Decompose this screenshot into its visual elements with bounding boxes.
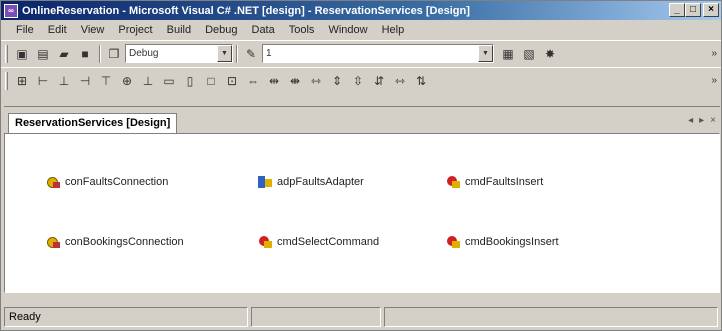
adapter-icon xyxy=(257,174,273,190)
menu-debug[interactable]: Debug xyxy=(198,24,244,36)
tab-navigation: ◂ ▸ × xyxy=(688,115,716,126)
solution-explorer-icon[interactable]: ▦ xyxy=(498,44,518,64)
align-middles-icon[interactable]: ⊕ xyxy=(117,71,137,91)
menu-project[interactable]: Project xyxy=(111,24,159,36)
window-title: OnlineReservation - Microsoft Visual C# … xyxy=(22,4,470,17)
layout-toolbar: ⊞ ⊢ ⊥ ⊣ ⊤ ⊕ ⊥ ▭ ▯ □ ⊡ ⇔ ⇹ ⇼ ⇿ ⇕ ⇳ ⇵ ⇿ ⇅ … xyxy=(1,67,721,93)
component-label: adpFaultsAdapter xyxy=(277,176,364,188)
menu-data[interactable]: Data xyxy=(245,24,282,36)
new-project-icon[interactable]: ▣ xyxy=(12,44,32,64)
find-combo-value: 1 xyxy=(266,48,272,59)
component-label: conFaultsConnection xyxy=(65,176,169,188)
toolbar-separator xyxy=(99,44,101,63)
make-same-width-icon[interactable]: ▭ xyxy=(159,71,179,91)
chevron-down-icon[interactable]: ▼ xyxy=(217,45,232,62)
remove-spacing-icon[interactable]: ⇿ xyxy=(306,71,326,91)
configuration-combo[interactable]: Debug ▼ xyxy=(125,44,233,63)
toolbox-icon[interactable]: ✸ xyxy=(540,44,560,64)
toolbar-grip[interactable] xyxy=(5,44,8,63)
decrease-vspacing-icon[interactable]: ⇵ xyxy=(369,71,389,91)
component-label: conBookingsConnection xyxy=(65,236,184,248)
status-bar: Ready xyxy=(1,304,721,330)
center-vertically-icon[interactable]: ⇅ xyxy=(411,71,431,91)
save-icon[interactable]: ■ xyxy=(75,44,95,64)
menu-view[interactable]: View xyxy=(74,24,112,36)
increase-vspacing-icon[interactable]: ⇳ xyxy=(348,71,368,91)
component-label: cmdSelectCommand xyxy=(277,236,380,248)
command-icon xyxy=(257,234,273,250)
align-to-grid-icon[interactable]: ⊞ xyxy=(12,71,32,91)
vertical-spacing-icon[interactable]: ⇕ xyxy=(327,71,347,91)
tab-reservation-services-design[interactable]: ReservationServices [Design] xyxy=(8,113,178,133)
main-window: ∞ OnlineReservation - Microsoft Visual C… xyxy=(0,0,722,331)
toolbar-overflow-icon[interactable]: » xyxy=(711,75,717,86)
component-label: cmdFaultsInsert xyxy=(465,176,544,188)
find-combo[interactable]: 1 ▼ xyxy=(262,44,494,63)
command-icon xyxy=(445,234,461,250)
status-text-panel: Ready xyxy=(4,307,248,327)
connection-icon xyxy=(45,174,61,190)
component-item[interactable]: cmdSelectCommand xyxy=(257,234,379,250)
component-item[interactable]: cmdBookingsInsert xyxy=(445,234,559,250)
align-lefts-icon[interactable]: ⊢ xyxy=(33,71,53,91)
align-bottoms-icon[interactable]: ⊥ xyxy=(138,71,158,91)
minimize-button[interactable]: _ xyxy=(669,3,685,17)
increase-spacing-icon[interactable]: ⇹ xyxy=(264,71,284,91)
align-centers-icon[interactable]: ⊥ xyxy=(54,71,74,91)
menu-tools[interactable]: Tools xyxy=(282,24,322,36)
size-to-grid-icon[interactable]: ⊡ xyxy=(222,71,242,91)
properties-icon[interactable]: ▧ xyxy=(519,44,539,64)
chevron-down-icon[interactable]: ▼ xyxy=(478,45,493,62)
component-designer-surface[interactable]: conFaultsConnection adpFaultsAdapter cmd… xyxy=(4,133,720,293)
menu-build[interactable]: Build xyxy=(160,24,198,36)
component-item[interactable]: conBookingsConnection xyxy=(45,234,184,250)
title-bar[interactable]: ∞ OnlineReservation - Microsoft Visual C… xyxy=(1,1,721,20)
add-item-icon[interactable]: ▤ xyxy=(33,44,53,64)
maximize-button[interactable]: □ xyxy=(685,3,701,17)
menu-window[interactable]: Window xyxy=(321,24,374,36)
close-button[interactable]: × xyxy=(703,3,719,17)
component-label: cmdBookingsInsert xyxy=(465,236,559,248)
toolbar-separator xyxy=(236,44,238,63)
component-item[interactable]: conFaultsConnection xyxy=(45,174,168,190)
tab-scroll-right-icon[interactable]: ▸ xyxy=(699,115,704,126)
find-icon[interactable]: ✎ xyxy=(241,44,261,64)
standard-toolbar: ▣ ▤ ▰ ■ ❐ Debug ▼ ✎ 1 ▼ ▦ ▧ ✸ » xyxy=(1,40,721,66)
decrease-spacing-icon[interactable]: ⇼ xyxy=(285,71,305,91)
document-tab-strip: ReservationServices [Design] ◂ ▸ × xyxy=(4,106,720,133)
menu-help[interactable]: Help xyxy=(375,24,412,36)
copy-icon[interactable]: ❐ xyxy=(104,44,124,64)
close-document-icon[interactable]: × xyxy=(710,115,716,126)
vs-app-icon[interactable]: ∞ xyxy=(4,3,18,18)
toolbar-overflow-icon[interactable]: » xyxy=(711,48,717,59)
center-horizontally-icon[interactable]: ⇿ xyxy=(390,71,410,91)
component-item[interactable]: cmdFaultsInsert xyxy=(445,174,543,190)
caption-buttons: _ □ × xyxy=(669,3,719,17)
connection-icon xyxy=(45,234,61,250)
status-panel-2 xyxy=(251,307,381,327)
open-file-icon[interactable]: ▰ xyxy=(54,44,74,64)
align-rights-icon[interactable]: ⊣ xyxy=(75,71,95,91)
align-tops-icon[interactable]: ⊤ xyxy=(96,71,116,91)
make-same-size-icon[interactable]: □ xyxy=(201,71,221,91)
command-icon xyxy=(445,174,461,190)
make-same-height-icon[interactable]: ▯ xyxy=(180,71,200,91)
menu-edit[interactable]: Edit xyxy=(41,24,74,36)
configuration-combo-value: Debug xyxy=(129,48,159,59)
horizontal-spacing-icon[interactable]: ⇔ xyxy=(243,71,263,91)
component-item[interactable]: adpFaultsAdapter xyxy=(257,174,364,190)
status-panel-3 xyxy=(384,307,718,327)
menu-file[interactable]: File xyxy=(9,24,41,36)
menu-bar: File Edit View Project Build Debug Data … xyxy=(1,21,721,39)
tab-scroll-left-icon[interactable]: ◂ xyxy=(688,115,693,126)
toolbar-grip[interactable] xyxy=(5,71,8,90)
